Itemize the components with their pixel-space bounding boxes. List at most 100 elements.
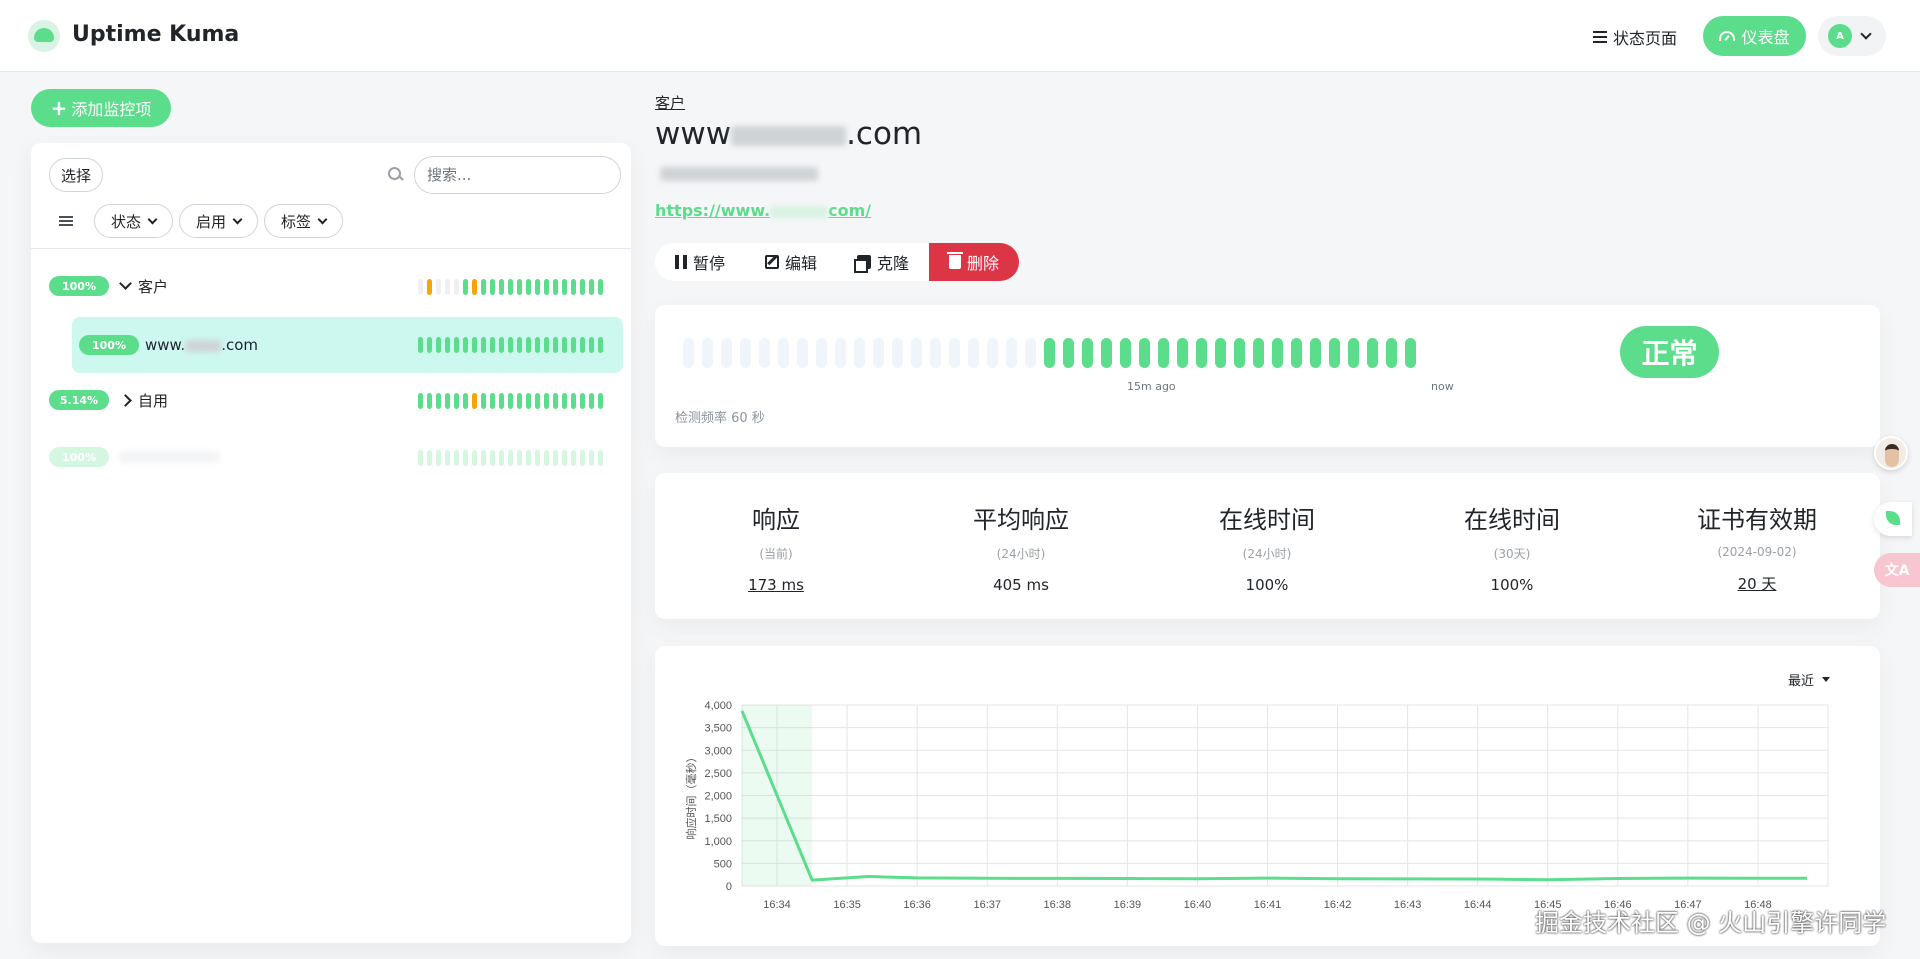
chevron-right-icon[interactable] (119, 393, 132, 407)
url-prefix: https://www. (655, 201, 771, 220)
edit-button[interactable]: 编辑 (745, 243, 838, 281)
heartbeat-tick (1367, 338, 1378, 368)
search-icon (388, 167, 402, 181)
heartbeat-tick (544, 279, 549, 295)
heartbeat-tick (436, 393, 441, 409)
heartbeat-tick (544, 393, 549, 409)
profile-dropdown[interactable]: A (1818, 16, 1886, 56)
heartbeat-tick (427, 393, 432, 409)
heartbeat-tick (778, 338, 789, 368)
stat-value[interactable]: 173 ms (676, 576, 876, 594)
x-tick-label: 16:41 (1254, 899, 1282, 911)
x-tick-label: 16:40 (1184, 899, 1212, 911)
list-icon (1593, 31, 1607, 43)
translate-icon[interactable]: 文A (1874, 553, 1920, 587)
heartbeat-tick (562, 393, 567, 409)
redacted-text (119, 451, 219, 463)
add-monitor-button[interactable]: + 添加监控项 (31, 89, 171, 127)
trash-icon (947, 252, 964, 269)
chevron-down-icon (232, 214, 243, 224)
heartbeat-tick (472, 337, 477, 353)
heartbeat-tick (589, 337, 594, 353)
x-tick-label: 16:35 (833, 899, 861, 911)
stat-title: 平均响应 (973, 506, 1069, 534)
stat-value[interactable]: 20 天 (1657, 573, 1857, 594)
heartbeat-tick (517, 279, 522, 295)
heartbeat-tick (517, 337, 522, 353)
heartbeat-tick (968, 338, 979, 368)
heartbeat-tick (911, 338, 922, 368)
heartbeat-tick (445, 450, 450, 466)
x-tick-label: 16:39 (1114, 899, 1142, 911)
monitor-group-row[interactable]: 5.14% 自用 (49, 374, 623, 426)
pause-button[interactable]: 暂停 (655, 243, 746, 281)
filter-status[interactable]: 状态 (94, 204, 173, 238)
chevron-down-icon (147, 214, 158, 224)
brand-title[interactable]: Uptime Kuma (72, 22, 239, 47)
delete-button[interactable]: 删除 (929, 243, 1020, 281)
monitor-group-row[interactable]: 100% 客户 (49, 260, 623, 312)
dashboard-button[interactable]: 仪表盘 (1703, 16, 1806, 56)
monitor-url-link[interactable]: https://www. com/ (655, 201, 871, 220)
heartbeat-tick (571, 337, 576, 353)
clone-button[interactable]: 克隆 (837, 243, 930, 281)
heartbeat-tick (1291, 338, 1302, 368)
heartbeat-tick (1310, 338, 1321, 368)
filter-status-label: 状态 (110, 212, 141, 231)
heartbeat-tick (499, 337, 504, 353)
heartbeat-tick (508, 337, 513, 353)
search-input[interactable] (414, 156, 621, 194)
chevron-down-icon (317, 214, 328, 224)
heartbeat-tick (1348, 338, 1359, 368)
monitor-list-panel: 选择 状态 启用 标签 100% 客户 100% www. .com 5.14% … (31, 143, 631, 943)
heartbeat-tick (1139, 338, 1150, 368)
chevron-down-icon[interactable] (119, 277, 132, 290)
select-button[interactable]: 选择 (49, 158, 103, 192)
y-tick-label: 500 (714, 858, 732, 870)
heartbeat-tick (544, 337, 549, 353)
heartbeat-tick (740, 338, 751, 368)
top-navbar: Uptime Kuma 状态页面 仪表盘 A (0, 0, 1920, 72)
status-badge: 正常 (1620, 326, 1719, 378)
group-breadcrumb[interactable]: 客户 (655, 92, 685, 113)
stat-value: 100% (1245, 576, 1289, 594)
heartbeat-tick (854, 338, 865, 368)
assistant-avatar-icon[interactable] (1874, 436, 1908, 470)
leaf-icon[interactable] (1874, 502, 1912, 536)
y-tick-label: 2,000 (704, 791, 732, 803)
heartbeat-tick (445, 393, 450, 409)
heartbeat-tick (454, 450, 459, 466)
heartbeat-tick (1405, 338, 1416, 368)
watermark: 掘金技术社区 @ 火山引擎许同学 (1535, 909, 1887, 937)
heartbeat-tick (1234, 338, 1245, 368)
x-tick-label: 16:37 (973, 899, 1001, 911)
heartbeat-tick (463, 393, 468, 409)
heartbeat-tick (598, 393, 603, 409)
clone-icon (854, 255, 872, 273)
heartbeat-tick (490, 279, 495, 295)
heartbeat-tick (683, 338, 694, 368)
x-tick-label: 16:36 (903, 899, 931, 911)
heartbeat-tick (445, 337, 450, 353)
status-page-link[interactable]: 状态页面 (1593, 25, 1677, 49)
heartbeat-tick (454, 337, 459, 353)
stat-title: 在线时间 (1219, 506, 1315, 534)
heartbeat-tick (580, 279, 585, 295)
filter-active[interactable]: 启用 (179, 204, 258, 238)
heartbeat-tick (1120, 338, 1131, 368)
monitor-row-selected[interactable]: 100% www. .com (72, 317, 623, 373)
heartbeat-tick (1215, 338, 1226, 368)
stats-card: 响应 (当前) 173 ms 平均响应 (24小时) 405 ms 在线时间 (… (655, 473, 1880, 619)
redacted-text (731, 125, 847, 146)
heartbeat-tick (508, 393, 513, 409)
heartbeat-tick (580, 337, 585, 353)
heartbeat-tick (553, 337, 558, 353)
heartbeat-tick (553, 393, 558, 409)
stat-subtitle: (30天) (1493, 547, 1531, 561)
monitor-row-disabled[interactable]: 100% (49, 431, 623, 483)
filter-tags[interactable]: 标签 (264, 204, 343, 238)
filter-menu-icon[interactable] (59, 216, 73, 226)
y-tick-label: 3,000 (704, 745, 732, 757)
uptime-kuma-logo-icon[interactable] (28, 20, 60, 52)
heartbeat-bar (418, 450, 603, 466)
